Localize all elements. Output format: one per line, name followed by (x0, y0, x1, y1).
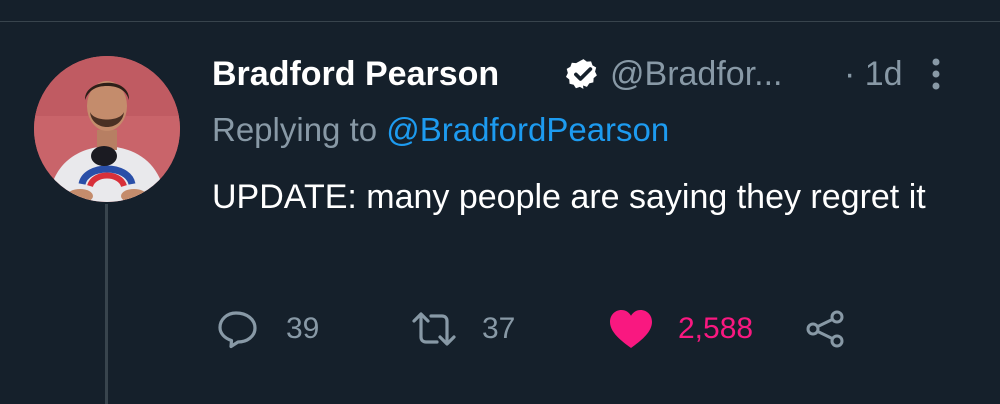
reply-count: 39 (286, 312, 320, 345)
avatar[interactable] (34, 56, 180, 202)
replying-to-line: Replying to @BradfordPearson (212, 108, 669, 152)
more-options-icon[interactable] (926, 56, 946, 92)
like-button[interactable]: 2,588 (608, 303, 778, 355)
reply-button[interactable]: 39 (216, 303, 336, 355)
reply-icon (218, 311, 257, 349)
author-handle[interactable]: @Bradfor... (610, 52, 782, 96)
share-button[interactable] (804, 303, 850, 355)
verified-badge-icon (566, 59, 597, 89)
replying-to-label: Replying to (212, 111, 387, 148)
avatar-photo (34, 56, 180, 202)
retweet-button[interactable]: 37 (410, 303, 530, 355)
share-icon (806, 310, 844, 348)
top-divider (0, 21, 1000, 22)
tweet-text: UPDATE: many people are saying they regr… (212, 178, 926, 216)
author-name[interactable]: Bradford Pearson (212, 52, 499, 96)
retweet-icon (412, 312, 456, 346)
replying-to-mention[interactable]: @BradfordPearson (386, 111, 669, 148)
tweet-header: Bradford Pearson @Bradfor... · 1d (212, 52, 952, 96)
retweet-count: 37 (482, 312, 516, 345)
heart-icon (610, 310, 652, 348)
tweet-timestamp[interactable]: · 1d (844, 52, 903, 96)
tweet-action-bar: 39 37 2,588 (0, 303, 1000, 355)
like-count: 2,588 (678, 312, 754, 345)
